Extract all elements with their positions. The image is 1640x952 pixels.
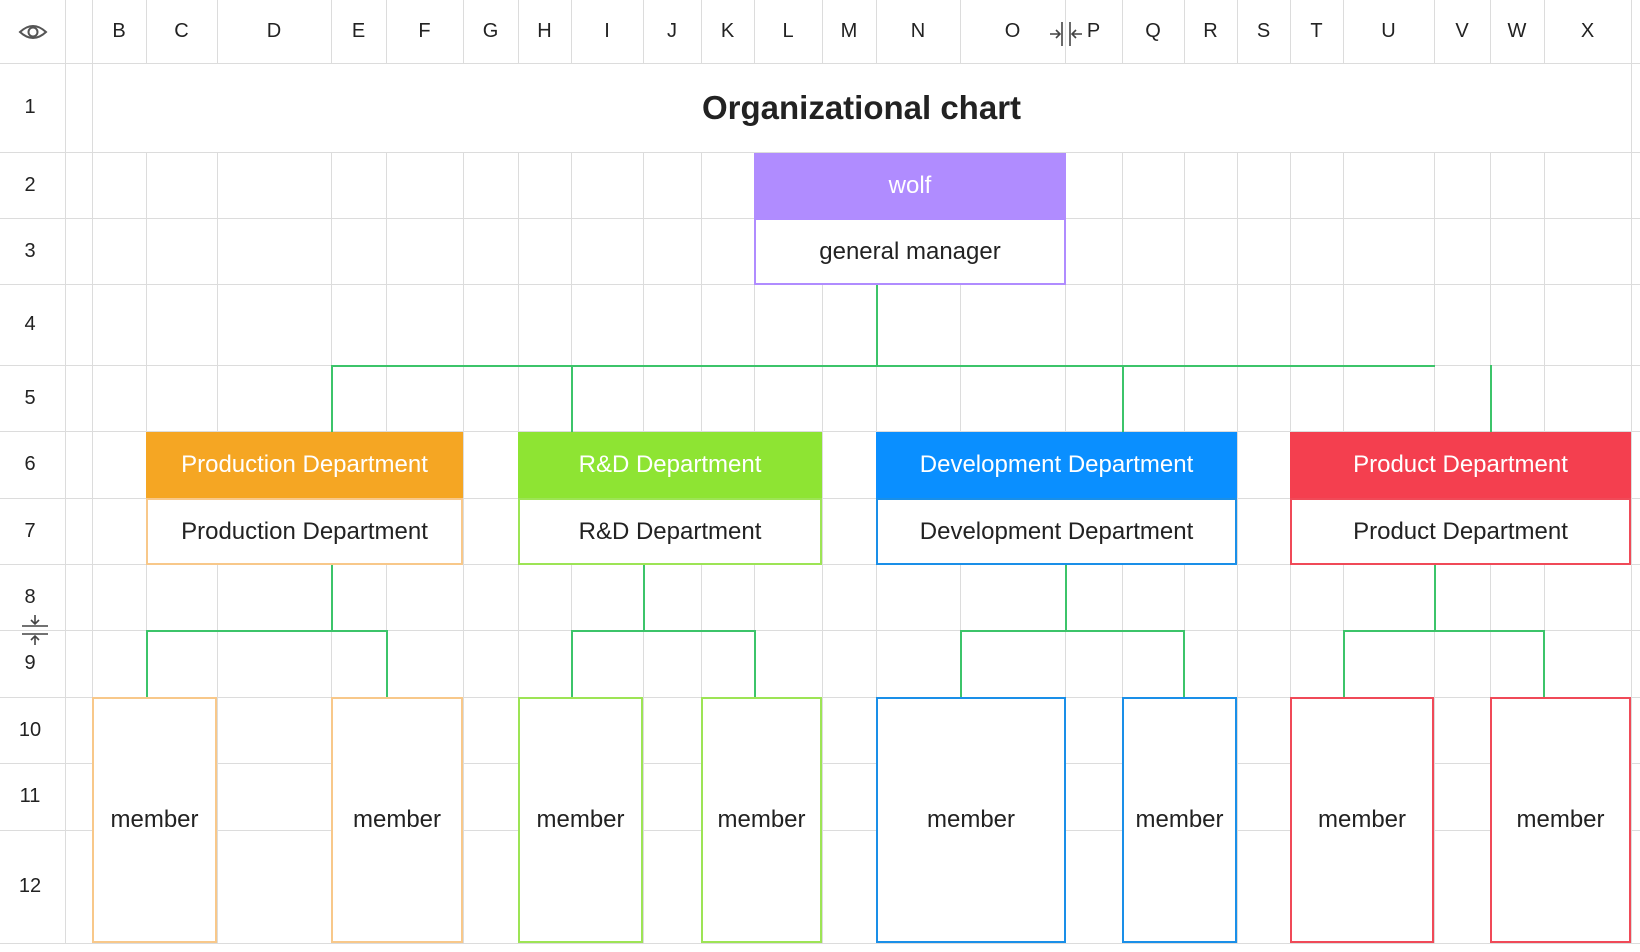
connector-line bbox=[876, 284, 878, 366]
row-header-3[interactable]: 3 bbox=[0, 218, 60, 284]
column-header-g[interactable]: G bbox=[463, 0, 518, 63]
member-cell[interactable]: member bbox=[518, 697, 643, 943]
column-header-j[interactable]: J bbox=[643, 0, 701, 63]
chart-title: Organizational chart bbox=[701, 89, 1022, 126]
column-header-i[interactable]: I bbox=[571, 0, 643, 63]
gridline bbox=[1631, 0, 1632, 943]
column-header-f[interactable]: F bbox=[386, 0, 463, 63]
column-header-l[interactable]: L bbox=[754, 0, 822, 63]
connector-line bbox=[960, 630, 962, 697]
member-cell[interactable]: member bbox=[701, 697, 822, 943]
department-header-production[interactable]: Production Department bbox=[146, 432, 463, 498]
member-cell[interactable]: member bbox=[331, 697, 463, 943]
row-header-4[interactable]: 4 bbox=[0, 284, 60, 365]
row-header-1[interactable]: 1 bbox=[0, 63, 60, 152]
department-label-product[interactable]: Product Department bbox=[1290, 498, 1631, 565]
column-header-x[interactable]: X bbox=[1544, 0, 1631, 63]
row-header-12[interactable]: 12 bbox=[0, 830, 60, 943]
connector-line bbox=[1183, 630, 1185, 697]
column-header-m[interactable]: M bbox=[822, 0, 876, 63]
connector-line bbox=[146, 630, 148, 697]
connector-line bbox=[331, 365, 1435, 367]
column-header-b[interactable]: B bbox=[92, 0, 146, 63]
gridline bbox=[0, 943, 1640, 944]
connector-line bbox=[331, 564, 333, 631]
column-header-s[interactable]: S bbox=[1237, 0, 1290, 63]
member-cell[interactable]: member bbox=[1290, 697, 1434, 943]
column-header-u[interactable]: U bbox=[1343, 0, 1434, 63]
column-header-d[interactable]: D bbox=[217, 0, 331, 63]
column-header-v[interactable]: V bbox=[1434, 0, 1490, 63]
toggle-visibility-button[interactable] bbox=[0, 0, 65, 63]
member-cell[interactable]: member bbox=[876, 697, 1066, 943]
connector-line bbox=[754, 630, 756, 697]
department-label-rnd[interactable]: R&D Department bbox=[518, 498, 822, 565]
connector-line bbox=[1065, 564, 1067, 631]
column-header-n[interactable]: N bbox=[876, 0, 960, 63]
chart-title-cell[interactable]: Organizational chart bbox=[93, 64, 1630, 152]
connector-line bbox=[571, 365, 573, 432]
connector-line bbox=[1343, 630, 1544, 632]
connector-line bbox=[571, 630, 755, 632]
eye-icon bbox=[18, 24, 47, 39]
connector-line bbox=[1343, 630, 1345, 697]
row-header-7[interactable]: 7 bbox=[0, 498, 60, 564]
column-header-h[interactable]: H bbox=[518, 0, 571, 63]
connector-line bbox=[386, 630, 388, 697]
member-cell[interactable]: member bbox=[92, 697, 217, 943]
column-header-r[interactable]: R bbox=[1184, 0, 1237, 63]
column-header-k[interactable]: K bbox=[701, 0, 754, 63]
gridline bbox=[65, 0, 66, 943]
row-header-2[interactable]: 2 bbox=[0, 152, 60, 218]
connector-line bbox=[1434, 564, 1436, 631]
column-header-c[interactable]: C bbox=[146, 0, 217, 63]
root-name-cell[interactable]: wolf bbox=[754, 153, 1066, 219]
connector-line bbox=[1122, 365, 1124, 432]
row-header-6[interactable]: 6 bbox=[0, 431, 60, 498]
row-header-10[interactable]: 10 bbox=[0, 697, 60, 763]
department-label-production[interactable]: Production Department bbox=[146, 498, 463, 565]
connector-line bbox=[146, 630, 387, 632]
department-header-product[interactable]: Product Department bbox=[1290, 432, 1631, 498]
department-label-development[interactable]: Development Department bbox=[876, 498, 1237, 565]
root-role-cell[interactable]: general manager bbox=[754, 218, 1066, 285]
member-cell[interactable]: member bbox=[1490, 697, 1631, 943]
connector-line bbox=[1490, 365, 1492, 432]
spreadsheet-canvas: B C D E F G H I J K L M N O P Q R S T U … bbox=[0, 0, 1640, 952]
member-cell[interactable]: member bbox=[1122, 697, 1237, 943]
row-header-11[interactable]: 11 bbox=[0, 763, 60, 830]
column-header-e[interactable]: E bbox=[331, 0, 386, 63]
row-header-5[interactable]: 5 bbox=[0, 365, 60, 431]
row-resize-icon[interactable] bbox=[20, 614, 50, 646]
connector-line bbox=[1543, 630, 1545, 697]
column-resize-icon[interactable] bbox=[1048, 20, 1084, 48]
connector-line bbox=[571, 630, 573, 697]
department-header-development[interactable]: Development Department bbox=[876, 432, 1237, 498]
connector-line bbox=[643, 564, 645, 631]
column-header-t[interactable]: T bbox=[1290, 0, 1343, 63]
connector-line bbox=[960, 630, 1184, 632]
column-header-q[interactable]: Q bbox=[1122, 0, 1184, 63]
column-header-w[interactable]: W bbox=[1490, 0, 1544, 63]
connector-line bbox=[331, 365, 333, 432]
department-header-rnd[interactable]: R&D Department bbox=[518, 432, 822, 498]
